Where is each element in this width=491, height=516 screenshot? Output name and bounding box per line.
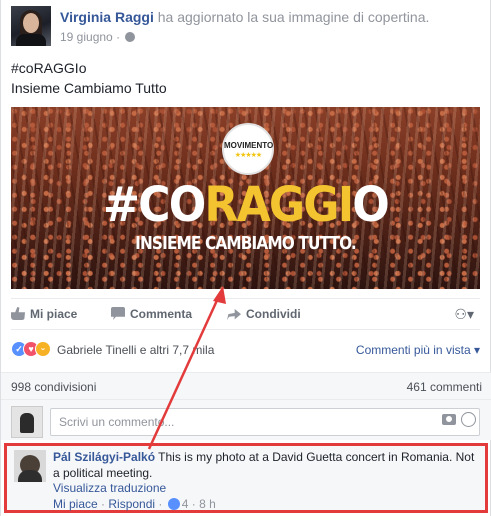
thumbs-up-icon [11,307,25,320]
comment-bubble-icon [111,307,125,320]
see-translation-link[interactable]: Visualizza traduzione [53,481,166,495]
like-count-icon [167,498,180,510]
reaction-names-link[interactable]: Gabriele Tinelli e altri 7,7 mila [57,343,214,357]
camera-icon[interactable] [442,414,456,425]
meta-separator-3: · [191,497,196,511]
people-icon[interactable]: ⚇▾ [454,306,474,323]
commenter-name-link[interactable]: Pál Szilágyi-Palkó [53,450,155,464]
commenter-avatar[interactable] [14,450,46,482]
comment-time[interactable]: 8 h [199,497,216,511]
comment-item: Pál Szilágyi-Palkó This is my photo at a… [7,446,485,511]
reactions-row: ✓ ♥ ᵕ Gabriele Tinelli e altri 7,7 mila … [11,341,480,361]
comment-body: Pál Szilágyi-Palkó This is my photo at a… [53,449,478,481]
emoji-icon[interactable] [461,412,476,427]
comment-button[interactable]: Commenta [111,307,192,321]
separator: · [116,30,121,44]
counts-row: 998 condivisioni 461 commenti [1,372,491,400]
comment-composer: Scrivi un commento... [1,400,491,440]
post-action-text: ha aggiornato la sua immagine di coperti… [157,9,430,25]
post-headline: Virginia Raggi ha aggiornato la sua imma… [60,9,429,25]
author-name-link[interactable]: Virginia Raggi [60,9,154,25]
comment-input[interactable]: Scrivi un commento... [50,408,480,436]
comment-like-count[interactable]: 4 [182,497,189,511]
logo-stars: ★★★★★ [234,152,262,159]
chevron-down-icon: ▾ [473,343,480,357]
comment-meta: Mi piace · Rispondi · 4 · 8 h [53,497,216,511]
like-button[interactable]: Mi piace [11,307,77,321]
post-timestamp-row: 19 giugno · [60,30,136,44]
globe-icon [125,32,136,42]
like-label: Mi piace [30,307,78,321]
post-date[interactable]: 19 giugno [60,30,113,44]
highlight-box: Pál Szilágyi-Palkó This is my photo at a… [4,443,488,513]
comment-label: Commenta [130,307,193,321]
cover-title-highlight: RAGGI [204,177,354,233]
cover-photo[interactable]: MOVIMENTO ★★★★★ #CORAGGIO INSIEME CAMBIA… [11,107,480,289]
logo-text: MOVIMENTO [224,141,274,150]
facebook-post: Virginia Raggi ha aggiornato la sua imma… [0,0,491,516]
post-hashtag[interactable]: #coRAGGIo [11,60,86,76]
movimento-logo: MOVIMENTO ★★★★★ [222,123,274,175]
share-arrow-icon [227,308,241,320]
meta-separator-2: · [158,497,163,511]
cover-title-prefix: #CO [102,177,206,233]
cover-subtitle: INSIEME CAMBIAMO TUTTO. [135,233,357,254]
comment-sort-label: Commenti più in vista [355,343,471,357]
meta-separator: · [101,497,106,511]
post-action-bar: Mi piace Commenta Condividi ⚇▾ [11,298,480,330]
shares-count-link[interactable]: 998 condivisioni [11,380,96,394]
post-text: Insieme Cambiamo Tutto [11,80,167,96]
share-button[interactable]: Condividi [227,307,301,321]
comment-reply-link[interactable]: Rispondi [108,497,155,511]
author-avatar[interactable] [11,6,51,46]
comment-sort-dropdown[interactable]: Commenti più in vista ▾ [356,343,480,357]
cover-title: #CORAGGIO [30,177,461,233]
share-label: Condividi [246,307,301,321]
viewer-avatar [11,406,43,438]
post-header: Virginia Raggi ha aggiornato la sua imma… [11,6,481,50]
cover-title-suffix: O [352,177,390,233]
haha-reaction-icon[interactable]: ᵕ [35,341,51,357]
comment-like-link[interactable]: Mi piace [53,497,98,511]
comments-count-link[interactable]: 461 commenti [407,380,482,394]
